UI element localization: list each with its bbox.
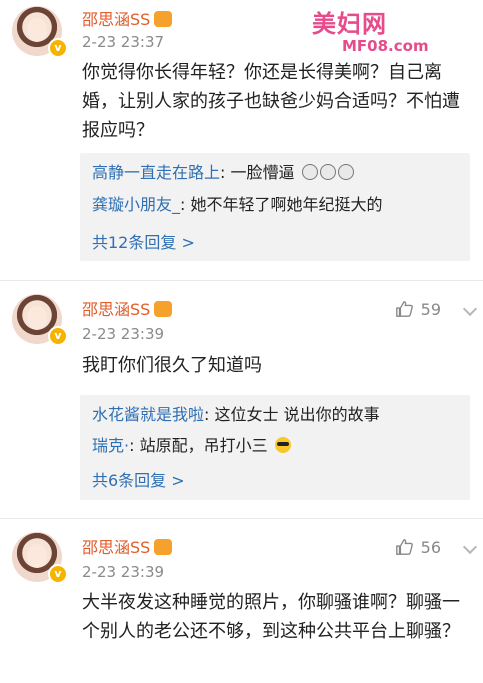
watermark-title: 美妇网 bbox=[312, 10, 387, 38]
username[interactable]: 邵思涵SS bbox=[82, 296, 173, 320]
reply-text: : 这位女士 说出你的故事 bbox=[204, 405, 380, 424]
sunglasses-emoji-icon bbox=[274, 437, 291, 453]
dizzy-face-icon bbox=[337, 164, 354, 180]
reply-author[interactable]: 高静一直走在路上 bbox=[92, 163, 220, 182]
thumb-up-icon bbox=[395, 539, 413, 555]
reply-author[interactable]: 瑞克· bbox=[92, 436, 129, 455]
comment-text: 大半夜发这种睡觉的照片，你聊骚谁啊？聊骚一个别人的老公还不够，到这种公共平台上聊… bbox=[82, 592, 460, 642]
comment-time: 2-23 23:39 bbox=[82, 325, 165, 343]
comment-text: 我盯你们很久了知道吗 bbox=[82, 355, 262, 376]
reply-box: 高静一直走在路上: 一脸懵逼 龚璇小朋友_: 她不年轻了啊她年纪挺大的 共12条… bbox=[80, 153, 470, 261]
dizzy-face-icon bbox=[319, 164, 336, 180]
username[interactable]: 邵思涵SS bbox=[82, 534, 173, 558]
site-watermark: 美妇网 MF08.com bbox=[312, 4, 429, 55]
username-text: 邵思涵SS bbox=[82, 10, 151, 29]
watermark-url: MF08.com bbox=[342, 37, 429, 55]
chevron-down-icon[interactable] bbox=[462, 539, 478, 555]
username-text: 邵思涵SS bbox=[82, 300, 151, 319]
comment-time: 2-23 23:37 bbox=[82, 33, 165, 51]
divider bbox=[0, 518, 483, 519]
reply-item: 瑞克·: 站原配，吊打小三 bbox=[92, 432, 291, 456]
username-text: 邵思涵SS bbox=[82, 538, 151, 557]
like-button[interactable]: 59 bbox=[395, 300, 441, 319]
reply-box: 水花酱就是我啦: 这位女士 说出你的故事 瑞克·: 站原配，吊打小三 共6条回复… bbox=[80, 395, 470, 500]
reply-item: 龚璇小朋友_: 她不年轻了啊她年纪挺大的 bbox=[92, 191, 383, 215]
reply-item: 水花酱就是我啦: 这位女士 说出你的故事 bbox=[92, 401, 380, 425]
chevron-down-icon[interactable] bbox=[462, 301, 478, 317]
reply-item: 高静一直走在路上: 一脸懵逼 bbox=[92, 159, 354, 183]
verified-badge-icon: v bbox=[48, 38, 68, 58]
reply-text: : 一脸懵逼 bbox=[220, 163, 295, 182]
vip-icon bbox=[154, 301, 173, 317]
reply-author[interactable]: 水花酱就是我啦 bbox=[92, 405, 204, 424]
like-count: 56 bbox=[420, 538, 441, 557]
comment-text: 你觉得你长得年轻？你还是长得美啊？自己离婚，让别人家的孩子也缺爸少妈合适吗？不怕… bbox=[82, 62, 460, 141]
verified-badge-icon: v bbox=[48, 564, 68, 584]
like-count: 59 bbox=[420, 300, 441, 319]
reply-author[interactable]: 龚璇小朋友_ bbox=[92, 195, 180, 214]
dizzy-face-icon bbox=[301, 164, 318, 180]
username[interactable]: 邵思涵SS bbox=[82, 6, 173, 30]
reply-text: : 她不年轻了啊她年纪挺大的 bbox=[180, 195, 383, 214]
vip-icon bbox=[154, 539, 173, 555]
verified-badge-icon: v bbox=[48, 326, 68, 346]
more-replies-link[interactable]: 共6条回复 > bbox=[92, 467, 185, 491]
more-replies-link[interactable]: 共12条回复 > bbox=[92, 229, 195, 253]
reply-text: : 站原配，吊打小三 bbox=[129, 436, 268, 455]
divider bbox=[0, 280, 483, 281]
comment-time: 2-23 23:39 bbox=[82, 563, 165, 581]
thumb-up-icon bbox=[395, 301, 413, 317]
like-button[interactable]: 56 bbox=[395, 538, 441, 557]
vip-icon bbox=[154, 11, 173, 27]
